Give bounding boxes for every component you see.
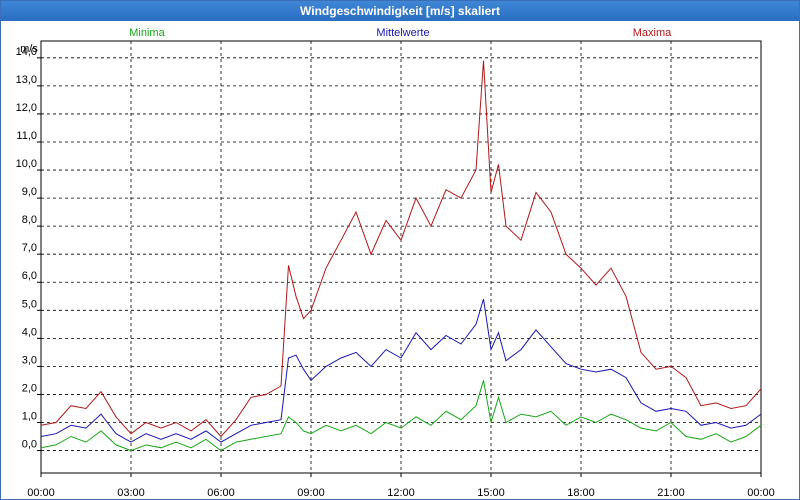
chart-window: Windgeschwindigkeit [m/s] skaliert 14,0 1… bbox=[0, 0, 800, 500]
x-tick-time-label: 12:00 bbox=[387, 487, 415, 499]
y-tick-label: 8,0 bbox=[22, 214, 37, 226]
y-tick-label: 4,0 bbox=[22, 326, 37, 338]
wind-speed-chart: 14,013,012,011,010,09,08,07,06,05,04,03,… bbox=[16, 27, 775, 499]
x-tick-time-label: 21:00 bbox=[657, 487, 685, 499]
y-tick-label: 12,0 bbox=[16, 102, 37, 114]
y-tick-label: 0,0 bbox=[22, 439, 37, 451]
y-tick-label: 6,0 bbox=[22, 270, 37, 282]
y-tick-label: 11,0 bbox=[16, 130, 37, 142]
y-tick-label: 1,0 bbox=[22, 411, 37, 423]
y-unit-label: m/s bbox=[20, 43, 38, 55]
x-tick-time-label: 09:00 bbox=[297, 487, 325, 499]
y-tick-label: 13,0 bbox=[16, 74, 37, 86]
x-tick-time-label: 00:00 bbox=[747, 487, 775, 499]
window-title: Windgeschwindigkeit [m/s] skaliert bbox=[1, 1, 799, 21]
legend-minima: Minima bbox=[129, 27, 165, 39]
y-tick-label: 3,0 bbox=[22, 354, 37, 366]
x-tick-time-label: 00:00 bbox=[27, 487, 55, 499]
y-tick-label: 10,0 bbox=[16, 158, 37, 170]
y-tick-label: 7,0 bbox=[22, 242, 37, 254]
x-tick-time-label: 15:00 bbox=[477, 487, 505, 499]
y-tick-label: 5,0 bbox=[22, 298, 37, 310]
y-tick-label: 9,0 bbox=[22, 186, 37, 198]
legend-maxima: Maxima bbox=[633, 27, 672, 39]
legend-mittelwerte: Mittelwerte bbox=[376, 27, 429, 39]
x-tick-time-label: 18:00 bbox=[567, 487, 595, 499]
x-tick-time-label: 06:00 bbox=[207, 487, 235, 499]
x-tick-time-label: 03:00 bbox=[117, 487, 145, 499]
y-tick-label: 2,0 bbox=[22, 382, 37, 394]
